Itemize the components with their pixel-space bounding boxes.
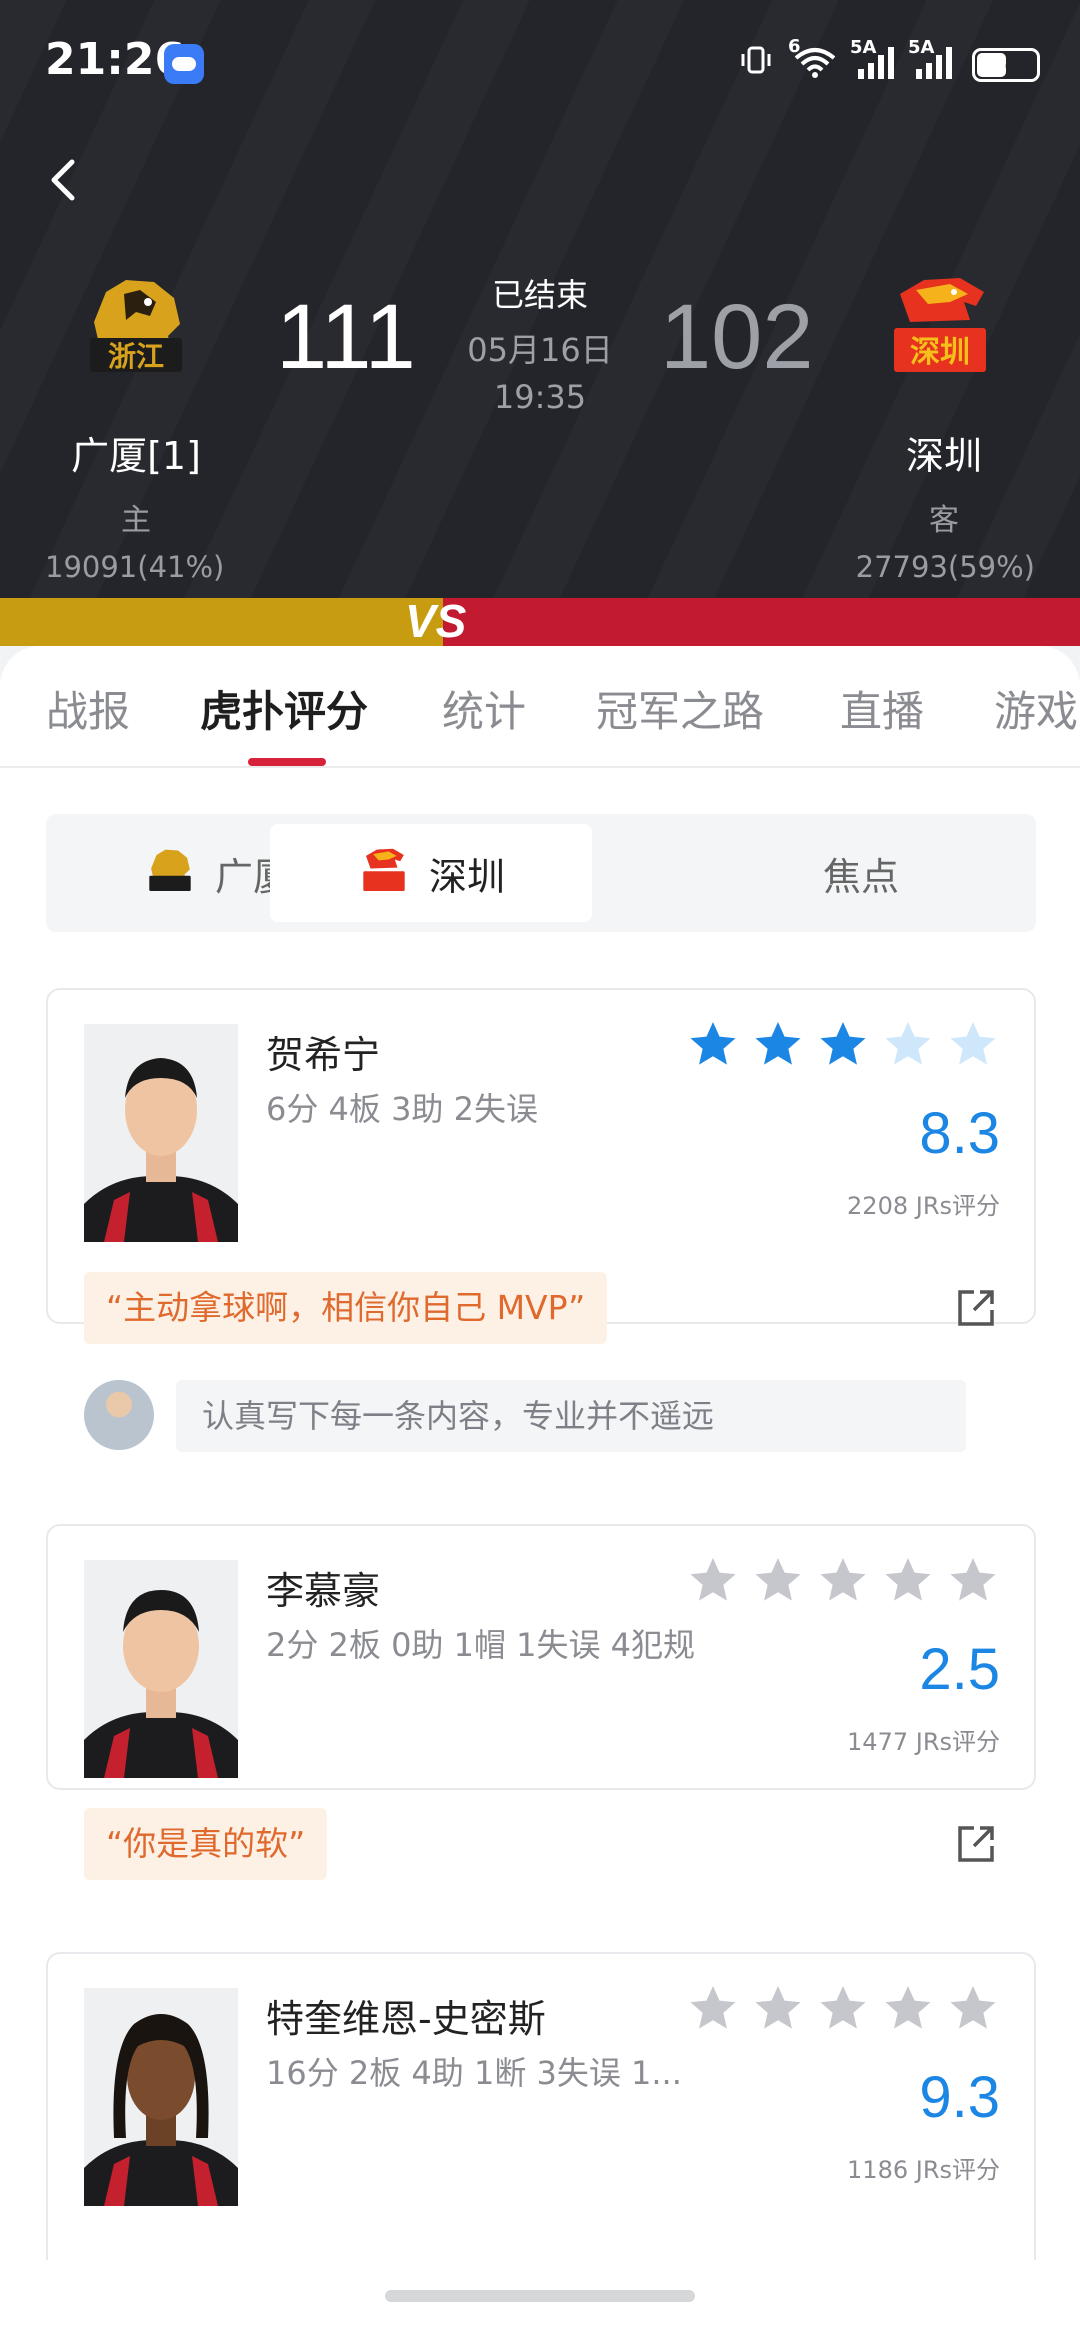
- star-icon-empty[interactable]: [816, 1554, 870, 1608]
- tab-games[interactable]: 游戏: [994, 678, 1078, 739]
- wifi-network-label: 6: [788, 35, 801, 57]
- player-rating-score: 9.3: [919, 2065, 1000, 2130]
- tab-live[interactable]: 直播: [840, 678, 924, 739]
- support-ratio-bar: [0, 598, 1080, 646]
- player-name: 特奎维恩-史密斯: [266, 1997, 546, 2041]
- player-photo: [84, 1024, 238, 1242]
- star-icon-filled[interactable]: [686, 1018, 740, 1072]
- home-support-bar: [0, 598, 443, 646]
- player-photo: [84, 1988, 238, 2206]
- segment-focus-label: 焦点: [822, 854, 899, 899]
- top-comment-quote[interactable]: “主动拿球啊，相信你自己 MVP”: [84, 1272, 608, 1344]
- home-indicator[interactable]: [385, 2290, 695, 2302]
- battery-level: 47: [1004, 52, 1036, 77]
- away-team-role: 客: [929, 503, 959, 538]
- star-icon-empty[interactable]: [946, 1554, 1000, 1608]
- home-logo-text: 浙江: [108, 340, 164, 373]
- home-team-mini-logo: [149, 849, 191, 891]
- star-rating[interactable]: [686, 1982, 1000, 2036]
- away-score: 102: [660, 286, 814, 388]
- player-name: 贺希宁: [266, 1033, 381, 1077]
- away-logo-text: 深圳: [910, 335, 970, 370]
- comment-input[interactable]: 认真写下每一条内容，专业并不遥远: [176, 1380, 966, 1452]
- signal-label-1: 5A: [850, 36, 877, 58]
- star-icon-empty[interactable]: [881, 1554, 935, 1608]
- home-team-name[interactable]: 广厦[1]: [26, 425, 246, 480]
- status-bar: 21:26 6 5A 5A 47: [0, 0, 1080, 130]
- active-tab-indicator: [248, 758, 326, 766]
- signal-icon-1: 5A: [850, 37, 896, 85]
- star-icon-empty[interactable]: [686, 1982, 740, 2036]
- tab-bar: 战报 虎扑评分 统计 冠军之路 直播 游戏: [0, 646, 1080, 768]
- away-team-mini-logo: [363, 848, 405, 891]
- team-segment-control: 广厦 深圳 焦点: [46, 814, 1036, 932]
- player-rating-score: 8.3: [919, 1101, 1000, 1166]
- segment-focus[interactable]: 焦点: [700, 824, 1022, 922]
- segment-away-label: 深圳: [428, 854, 505, 899]
- star-icon-empty[interactable]: [881, 1018, 935, 1072]
- match-header: 21:26 6 5A 5A 47 浙江 广厦[1] 主 19091(41%) 1…: [0, 0, 1080, 600]
- match-status: 已结束: [491, 276, 588, 314]
- star-icon-empty[interactable]: [946, 1018, 1000, 1072]
- tab-hupu-rating[interactable]: 虎扑评分: [200, 678, 368, 739]
- cloud-app-icon: [164, 44, 204, 84]
- star-icon-filled[interactable]: [751, 1018, 805, 1072]
- away-team-support: 27793(59%): [855, 550, 1035, 584]
- share-icon[interactable]: [954, 1822, 998, 1866]
- signal-label-2: 5A: [908, 36, 935, 58]
- player-stats: 6分 4板 3助 2失误: [266, 1090, 538, 1128]
- star-icon-empty[interactable]: [686, 1554, 740, 1608]
- match-time: 19:35: [493, 378, 587, 416]
- player-rating-card[interactable]: 特奎维恩-史密斯 16分 2板 4助 1断 3失误 1... 9.3 1186 …: [46, 1952, 1036, 2282]
- tab-road-to-championship[interactable]: 冠军之路: [596, 678, 764, 739]
- star-icon-empty[interactable]: [946, 1982, 1000, 2036]
- star-icon-empty[interactable]: [751, 1554, 805, 1608]
- star-icon-empty[interactable]: [881, 1982, 935, 2036]
- signal-icon-2: 5A: [908, 37, 954, 85]
- star-icon-empty[interactable]: [751, 1982, 805, 2036]
- vs-mark: VS: [405, 595, 467, 647]
- rating-votes: 1477 JRs评分: [847, 1728, 1000, 1756]
- star-icon-filled[interactable]: [816, 1018, 870, 1072]
- player-stats: 2分 2板 0助 1帽 1失误 4犯规: [266, 1626, 696, 1664]
- status-icons: 6 5A 5A 47: [738, 36, 1040, 87]
- player-rating-score: 2.5: [919, 1637, 1000, 1702]
- away-team-logo[interactable]: 深圳: [880, 272, 1000, 392]
- player-rating-card[interactable]: 李慕豪 2分 2板 0助 1帽 1失误 4犯规 2.5 1477 JRs评分 “…: [46, 1524, 1036, 1880]
- wifi-icon: 6: [788, 36, 838, 86]
- rating-votes: 1186 JRs评分: [847, 2156, 1000, 2184]
- player-stats: 16分 2板 4助 1断 3失误 1...: [266, 2054, 682, 2092]
- star-rating[interactable]: [686, 1018, 1000, 1072]
- home-score: 111: [276, 286, 416, 388]
- share-icon[interactable]: [954, 1286, 998, 1330]
- back-arrow-icon[interactable]: [40, 150, 90, 210]
- tab-stats[interactable]: 统计: [442, 678, 526, 739]
- player-rating-card[interactable]: 贺希宁 6分 4板 3助 2失误 8.3 2208 JRs评分 “主动拿球啊，相…: [46, 988, 1036, 1452]
- star-rating[interactable]: [686, 1554, 1000, 1608]
- home-team-role: 主: [121, 503, 151, 538]
- home-team-logo[interactable]: 浙江: [76, 272, 196, 392]
- player-name: 李慕豪: [266, 1569, 381, 1613]
- tab-report[interactable]: 战报: [46, 678, 130, 739]
- user-avatar: [84, 1380, 154, 1450]
- player-photo: [84, 1560, 238, 1778]
- rating-content: 广厦 深圳 焦点 贺希宁 6分 4板 3助 2失误 8.3 2208 JRs评分…: [0, 768, 1080, 2282]
- battery-icon: 47: [972, 47, 1040, 82]
- star-icon-empty[interactable]: [816, 1982, 870, 2036]
- home-team-support: 19091(41%): [45, 550, 225, 584]
- top-comment-quote[interactable]: “你是真的软”: [84, 1808, 328, 1880]
- away-support-bar: [442, 598, 1080, 646]
- away-team-name[interactable]: 深圳: [834, 425, 1054, 480]
- rating-votes: 2208 JRs评分: [847, 1192, 1000, 1220]
- match-date: 05月16日: [467, 331, 613, 369]
- vibrate-icon: [738, 42, 774, 87]
- segment-away-team[interactable]: 深圳: [270, 824, 592, 922]
